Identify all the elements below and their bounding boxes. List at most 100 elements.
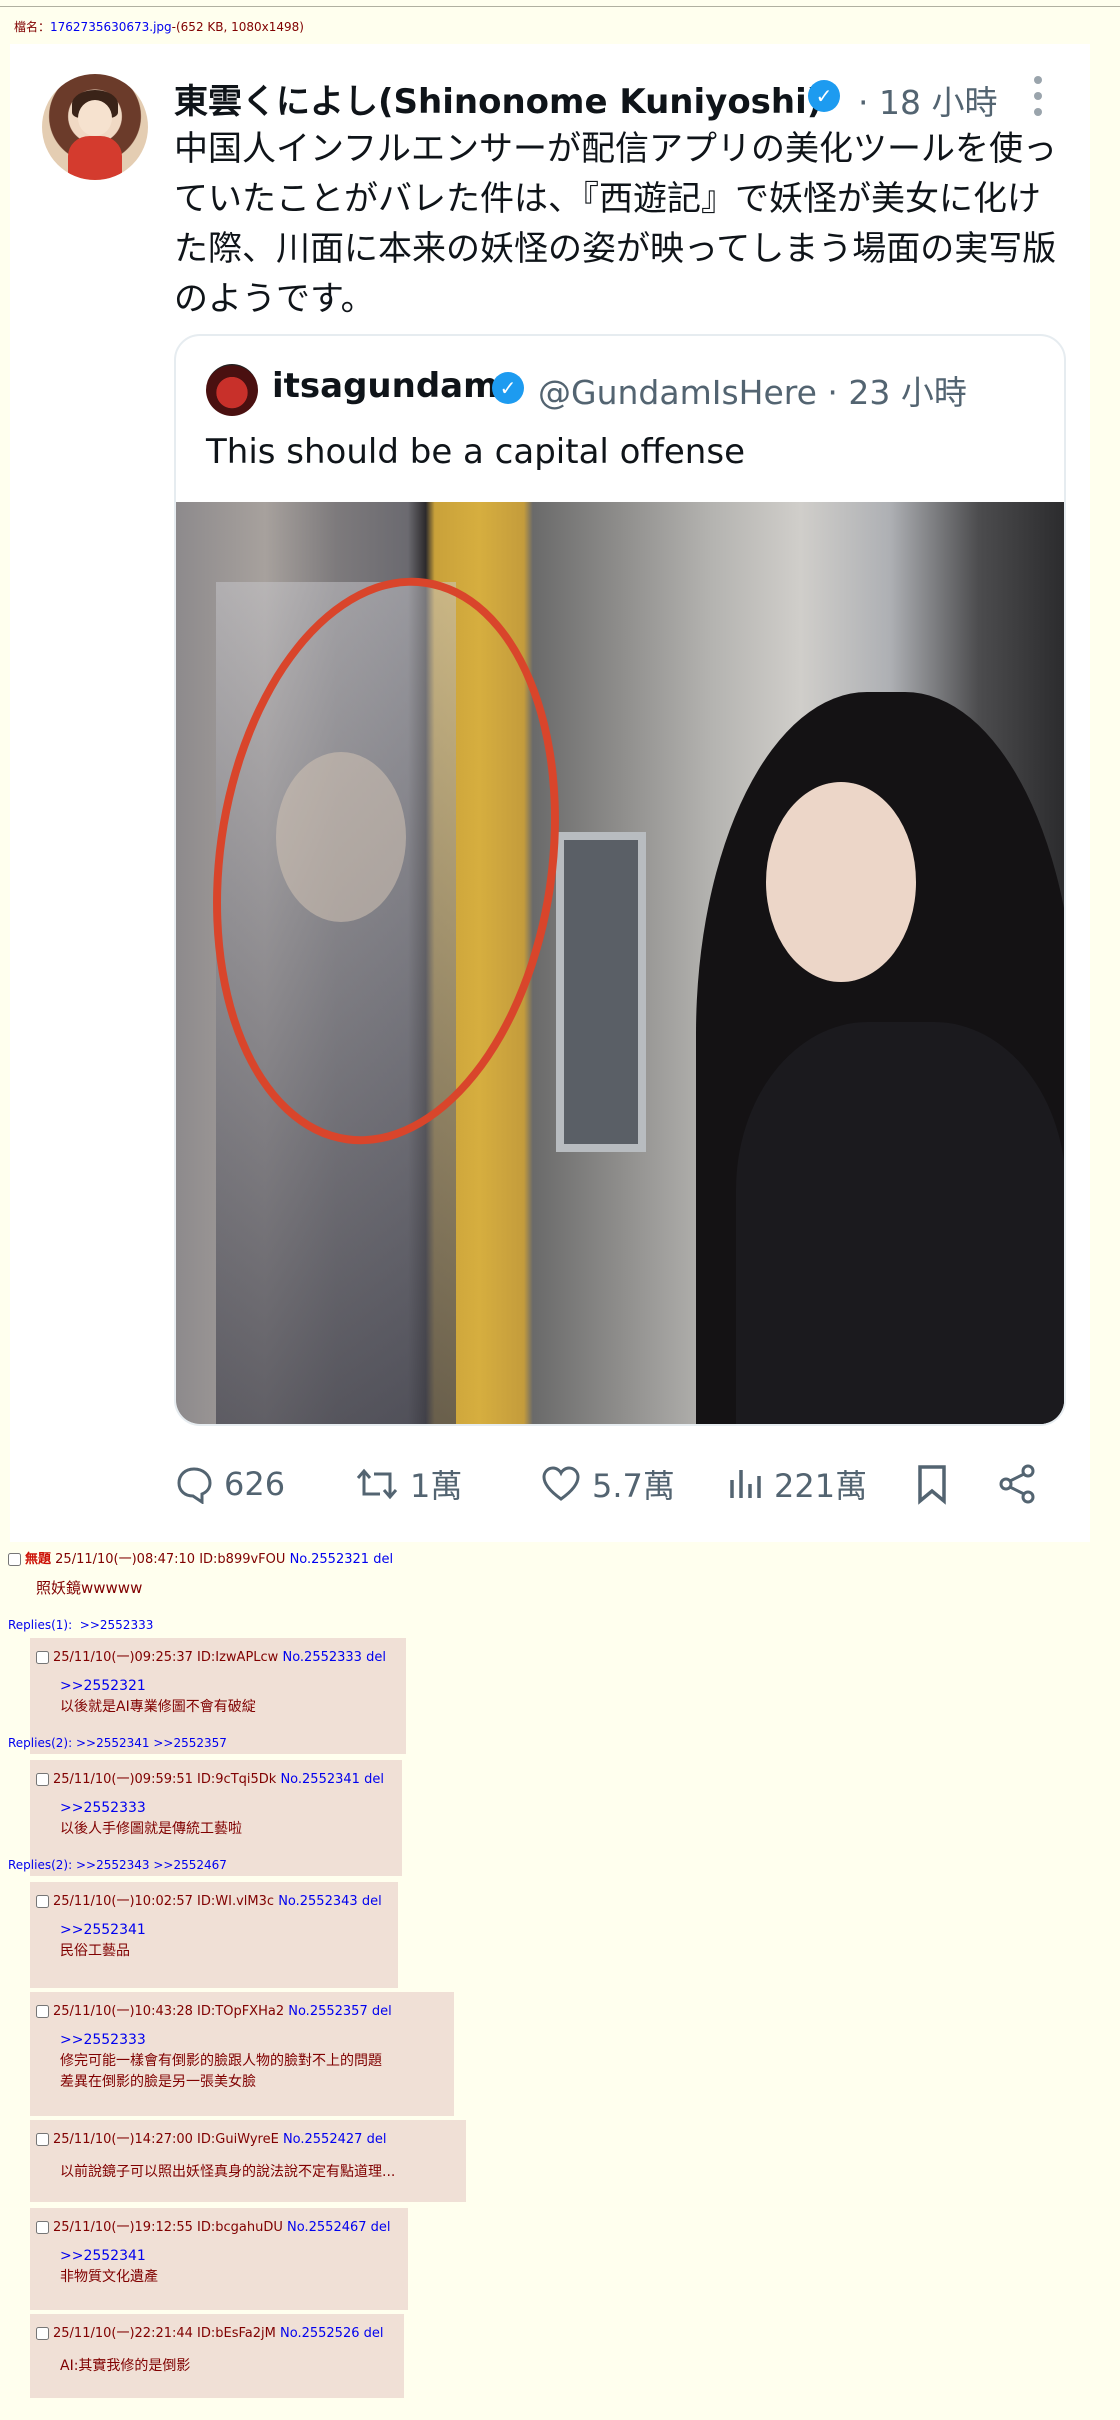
file-link[interactable]: 1762735630673.jpg xyxy=(50,20,172,34)
op-checkbox[interactable] xyxy=(8,1553,21,1566)
reply-header: 25/11/10(一)14:27:00 ID:GuiWyreE No.25524… xyxy=(36,2128,386,2147)
reply-post-number[interactable]: No.2552343 xyxy=(278,1894,357,1909)
op-post-number[interactable]: No.2552321 xyxy=(290,1552,369,1567)
retweet-count: 1萬 xyxy=(410,1467,463,1505)
reply-post-number[interactable]: No.2552526 xyxy=(280,2326,359,2341)
tweet-text: 中国人インフルエンサーが配信アプリの美化ツールを使っていたことがバレた件は、『西… xyxy=(174,129,1057,319)
reply-delete-link[interactable]: del xyxy=(372,2004,392,2019)
reply-header: 25/11/10(一)09:25:37 ID:IzwAPLcw No.25523… xyxy=(36,1646,386,1665)
reply-body: >>2552341 非物質文化遺產 xyxy=(60,2246,158,2288)
reply-meta: 25/11/10(一)22:21:44 ID:bEsFa2jM xyxy=(53,2326,276,2341)
top-divider xyxy=(0,6,1120,7)
tweet-actions: 626 1萬 5.7萬 221萬 xyxy=(174,1454,1074,1514)
reply-header: 25/11/10(一)10:02:57 ID:WI.vlM3c No.25523… xyxy=(36,1890,382,1909)
op-title: 無題 xyxy=(25,1552,52,1567)
reply-delete-link[interactable]: del xyxy=(362,1894,382,1909)
post-image[interactable]: 東雲くによし(Shinonome Kuniyoshi) ✓ · 18 小時 中国… xyxy=(10,44,1090,1542)
reply-text-line: 非物質文化遺產 xyxy=(60,2269,158,2285)
views-icon xyxy=(730,1470,761,1498)
reply-post: 25/11/10(一)10:43:28 ID:TOpFXHa2 No.25523… xyxy=(30,1992,454,2116)
file-size: -(652 KB, 1080x1498) xyxy=(171,20,304,34)
reply-body: >>2552333 以後人手修圖就是傳統工藝啦 xyxy=(60,1798,242,1840)
reply-replies-line: Replies(2): >>2552343 >>2552467 xyxy=(8,1858,227,1872)
bookmark-action xyxy=(914,1454,960,1514)
replies-label: Replies(2): xyxy=(8,1736,73,1750)
reply-meta: 25/11/10(一)14:27:00 ID:GuiWyreE xyxy=(53,2132,279,2147)
reply-delete-link[interactable]: del xyxy=(366,1650,386,1665)
more-options-icon xyxy=(1032,76,1044,116)
reply-checkbox[interactable] xyxy=(36,2005,49,2018)
views-count: 221萬 xyxy=(774,1467,868,1505)
reply-body: >>2552321 以後就是AI專業修圖不會有破綻 xyxy=(60,1676,256,1718)
op-header: 無題 25/11/10(一)08:47:10 ID:b899vFOU No.25… xyxy=(8,1548,393,1567)
reply-post: 25/11/10(一)09:25:37 ID:IzwAPLcw No.25523… xyxy=(8,1638,406,1754)
bookmark-icon xyxy=(918,1465,946,1505)
reply-checkbox[interactable] xyxy=(36,1895,49,1908)
op-body: 照妖鏡wwwww xyxy=(36,1579,143,1597)
retweet-icon xyxy=(356,1468,398,1500)
quoted-text: This should be a capital offense xyxy=(206,432,745,472)
like-action: 5.7萬 xyxy=(540,1454,675,1514)
reply-quote-link[interactable]: >>2552333 xyxy=(60,2030,382,2051)
reply-replies-line: Replies(2): >>2552341 >>2552357 xyxy=(8,1736,227,1750)
reply-header: 25/11/10(一)09:59:51 ID:9cTqi5Dk No.25523… xyxy=(36,1768,384,1787)
reply-post: 25/11/10(一)10:02:57 ID:WI.vlM3c No.25523… xyxy=(30,1882,398,1988)
reply-post-number[interactable]: No.2552341 xyxy=(280,1772,359,1787)
reply-checkbox[interactable] xyxy=(36,1773,49,1786)
quoted-tweet: itsagundam ✓ @GundamIsHere · 23 小時 This … xyxy=(174,334,1066,1426)
reply-checkbox[interactable] xyxy=(36,2133,49,2146)
reply-delete-link[interactable]: del xyxy=(364,1772,384,1787)
reply-text-line: 以後人手修圖就是傳統工藝啦 xyxy=(60,1821,242,1837)
reply-post-number[interactable]: No.2552333 xyxy=(282,1650,361,1665)
reply-meta: 25/11/10(一)09:59:51 ID:9cTqi5Dk xyxy=(53,1772,277,1787)
replies-links[interactable]: >>2552341 >>2552357 xyxy=(76,1736,227,1750)
reply-delete-link[interactable]: del xyxy=(364,2326,384,2341)
replies-links[interactable]: >>2552343 >>2552467 xyxy=(76,1858,227,1872)
reply-checkbox[interactable] xyxy=(36,1651,49,1664)
reply-post-number[interactable]: No.2552427 xyxy=(283,2132,362,2147)
reply-post-number[interactable]: No.2552467 xyxy=(287,2220,366,2235)
views-action: 221萬 xyxy=(724,1454,867,1514)
file-label: 檔名： xyxy=(14,20,51,34)
reply-checkbox[interactable] xyxy=(36,2327,49,2340)
op-replies-label: Replies(1): xyxy=(8,1618,73,1632)
reply-delete-link[interactable]: del xyxy=(367,2132,387,2147)
reply-quote-link[interactable]: >>2552341 xyxy=(60,1920,146,1941)
reply-meta: 25/11/10(一)19:12:55 ID:bcgahuDU xyxy=(53,2220,283,2235)
quoted-verified-icon: ✓ xyxy=(492,372,524,404)
reply-quote-link[interactable]: >>2552321 xyxy=(60,1676,256,1697)
reply-post: 25/11/10(一)14:27:00 ID:GuiWyreE No.25524… xyxy=(30,2120,466,2202)
heart-icon xyxy=(542,1466,580,1501)
reply-text-line: 修完可能一樣會有倒影的臉跟人物的臉對不上的問題 xyxy=(60,2053,382,2069)
reply-quote-link[interactable]: >>2552341 xyxy=(60,2246,158,2267)
reply-post: 25/11/10(一)22:21:44 ID:bEsFa2jM No.25525… xyxy=(30,2314,404,2398)
quoted-author-name: itsagundam xyxy=(272,366,499,406)
reply-header: 25/11/10(一)22:21:44 ID:bEsFa2jM No.25525… xyxy=(36,2322,384,2341)
share-action xyxy=(996,1454,1048,1514)
reply-header: 25/11/10(一)10:43:28 ID:TOpFXHa2 No.25523… xyxy=(36,2000,392,2019)
reply-header: 25/11/10(一)19:12:55 ID:bcgahuDU No.25524… xyxy=(36,2216,391,2235)
reply-post: 25/11/10(一)19:12:55 ID:bcgahuDU No.25524… xyxy=(30,2208,408,2310)
reply-count: 626 xyxy=(224,1465,286,1503)
replies-label: Replies(2): xyxy=(8,1858,73,1872)
retweet-action: 1萬 xyxy=(354,1454,462,1514)
op-reply-link[interactable]: >>2552333 xyxy=(80,1618,154,1632)
reply-text-line: 差異在倒影的臉是另一張美女臉 xyxy=(60,2074,256,2090)
reply-delete-link[interactable]: del xyxy=(371,2220,391,2235)
author-avatar xyxy=(42,74,148,180)
reply-checkbox[interactable] xyxy=(36,2221,49,2234)
tweet-time: · 18 小時 xyxy=(858,83,998,122)
reply-post: 25/11/10(一)09:59:51 ID:9cTqi5Dk No.25523… xyxy=(8,1760,402,1876)
file-info: 檔名：1762735630673.jpg-(652 KB, 1080x1498) xyxy=(14,18,304,35)
reply-text-line: 以後就是AI專業修圖不會有破綻 xyxy=(60,1699,256,1715)
quoted-avatar xyxy=(206,364,258,416)
like-count: 5.7萬 xyxy=(592,1467,675,1505)
verified-icon: ✓ xyxy=(808,80,840,112)
op-delete-link[interactable]: del xyxy=(373,1552,393,1567)
reply-icon xyxy=(177,1467,212,1504)
reply-action: 626 xyxy=(174,1454,285,1514)
op-replies-line: Replies(1): >>2552333 xyxy=(8,1618,153,1632)
reply-quote-link[interactable]: >>2552333 xyxy=(60,1798,242,1819)
reply-post-number[interactable]: No.2552357 xyxy=(288,2004,367,2019)
reply-body: >>2552333 修完可能一樣會有倒影的臉跟人物的臉對不上的問題 差異在倒影的臉是… xyxy=(60,2030,382,2093)
